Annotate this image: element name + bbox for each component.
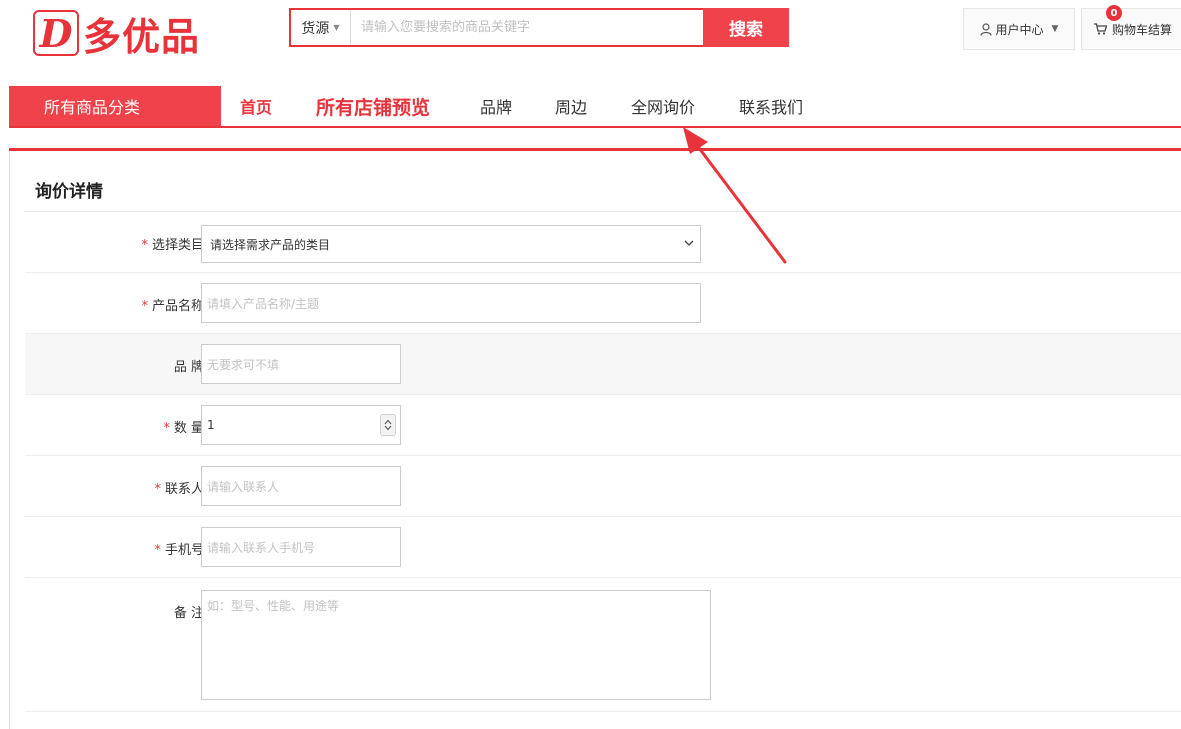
chevron-down-icon[interactable] (384, 425, 392, 431)
main-nav: 所有商品分类 首页 所有店铺预览 品牌 周边 全网询价 联系我们 (0, 86, 1181, 128)
search-bar: 货源 ▼ 搜索 (289, 8, 789, 47)
all-categories-button[interactable]: 所有商品分类 (9, 86, 221, 126)
caret-down-icon: ▼ (333, 23, 340, 32)
brand-input[interactable]: 无要求可不填 (201, 344, 401, 384)
site-logo[interactable]: D 多优品 (33, 8, 201, 59)
required-mark: * (163, 421, 170, 436)
search-type-dropdown[interactable]: 货源 ▼ (291, 10, 351, 45)
cart-count-badge: 0 (1106, 5, 1122, 21)
nav-item-brands[interactable]: 品牌 (480, 86, 512, 126)
product-name-input[interactable]: 请填入产品名称/主题 (201, 283, 701, 323)
nav-item-home[interactable]: 首页 (240, 86, 272, 126)
brand-label: 品 牌 (173, 360, 204, 375)
remark-label: 备 注 (173, 606, 204, 621)
required-mark: * (154, 482, 161, 497)
cart-button[interactable]: 0 购物车结算 (1081, 5, 1181, 50)
required-mark: * (141, 299, 148, 314)
field-label: * 产品名称 (141, 295, 204, 314)
nav-item-contact[interactable]: 联系我们 (739, 86, 803, 126)
caret-down-icon: ▼ (1051, 24, 1059, 34)
nav-item-inquiry[interactable]: 全网询价 (631, 86, 695, 126)
form-row-quantity: * 数 量 1 (25, 395, 1181, 456)
contact-input[interactable]: 请输入联系人 (201, 466, 401, 506)
search-button[interactable]: 搜索 (703, 8, 789, 47)
form-row-product-name: * 产品名称 请填入产品名称/主题 (25, 273, 1181, 334)
logo-text: 多优品 (83, 14, 201, 59)
required-mark: * (141, 238, 148, 253)
form-row-brand: 品 牌 无要求可不填 (25, 334, 1181, 395)
field-label: * 数 量 (163, 417, 204, 436)
nav-item-all-stores[interactable]: 所有店铺预览 (316, 86, 430, 126)
site-header: D 多优品 货源 ▼ 搜索 用户中心 ▼ 0 购物车结算 (0, 0, 1181, 80)
form-row-category: * 选择类目 请选择需求产品的类目 (25, 212, 1181, 273)
form-row-remark: 备 注 如：型号、性能、用途等 (25, 578, 1181, 712)
logo-mark: D (33, 10, 79, 56)
product-name-label: 产品名称 (151, 299, 204, 314)
contact-label: 联系人 (164, 482, 204, 497)
cart-label: 购物车结算 (1112, 22, 1173, 37)
quantity-spinner[interactable] (380, 414, 396, 436)
field-label: * 联系人 (154, 478, 204, 497)
category-select-value: 请选择需求产品的类目 (210, 237, 331, 252)
cart-icon (1094, 23, 1107, 35)
phone-label: 手机号 (164, 543, 204, 558)
form-row-contact: * 联系人 请输入联系人 (25, 456, 1181, 517)
quantity-label: 数 量 (173, 421, 204, 436)
field-label: * 手机号 (154, 539, 204, 558)
inquiry-panel: 询价详情 * 选择类目 请选择需求产品的类目 * 产品名称 请填入产品名称/主题 品… (9, 151, 1181, 729)
quantity-stepper[interactable]: 1 (201, 405, 401, 445)
phone-input[interactable]: 请输入联系人手机号 (201, 527, 401, 567)
category-select[interactable]: 请选择需求产品的类目 (201, 225, 701, 263)
form-row-phone: * 手机号 请输入联系人手机号 (25, 517, 1181, 578)
page-title: 询价详情 (35, 182, 103, 202)
chevron-down-icon (684, 240, 694, 246)
required-mark: * (154, 543, 161, 558)
search-input[interactable] (351, 10, 703, 45)
user-center-dropdown[interactable]: 用户中心 ▼ (963, 8, 1075, 50)
user-icon (979, 22, 992, 36)
field-label: * 选择类目 (141, 234, 204, 253)
remark-textarea[interactable]: 如：型号、性能、用途等 (201, 590, 711, 700)
nav-item-peripherals[interactable]: 周边 (555, 86, 587, 126)
nav-underline (9, 126, 1181, 128)
category-label: 选择类目 (151, 238, 204, 253)
quantity-value: 1 (207, 418, 215, 432)
search-type-label: 货源 (301, 20, 330, 37)
user-center-label: 用户中心 (995, 22, 1044, 37)
